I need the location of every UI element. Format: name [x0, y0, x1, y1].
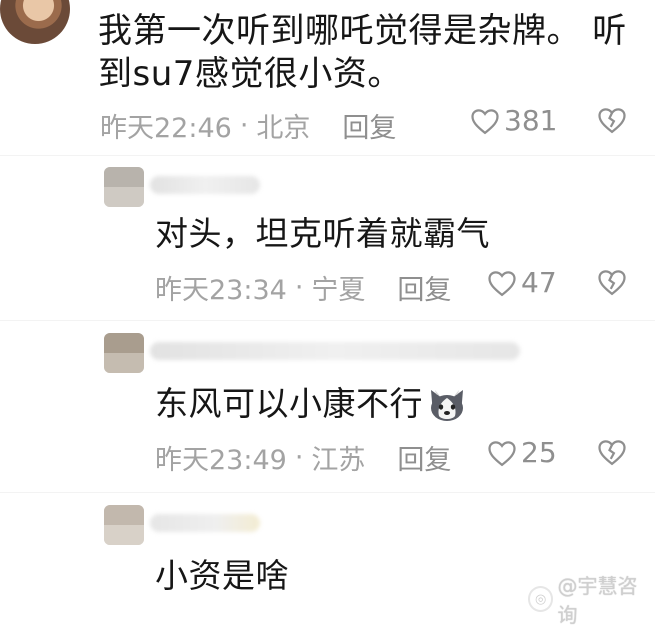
reply-location: 宁夏: [311, 275, 366, 306]
reply-meta: 昨天23:34 · 宁夏 回复: [155, 268, 451, 307]
avatar[interactable]: [0, 0, 70, 44]
avatar[interactable]: [104, 167, 144, 207]
broken-heart-icon: [598, 108, 626, 134]
husky-emoji-icon: [431, 390, 463, 421]
comment-time: 昨天22:46: [100, 113, 232, 144]
reply-button[interactable]: 回复: [397, 438, 451, 477]
blurred-username: [150, 176, 260, 194]
reply-text: 对头，坦克听着就霸气: [155, 214, 490, 253]
divider: [0, 492, 655, 493]
reply-button[interactable]: 回复: [397, 268, 451, 307]
like-count: 47: [521, 266, 557, 299]
avatar[interactable]: [104, 505, 144, 545]
like-button[interactable]: 25: [487, 436, 557, 469]
heart-outline-icon: [488, 270, 516, 296]
comment-text: 我第一次听到哪吒觉得是杂牌。 听到su7感觉很小资。: [98, 11, 627, 94]
watermark-text: @宇慧咨询: [557, 574, 638, 627]
blurred-username: [150, 514, 260, 532]
like-button[interactable]: 381: [470, 104, 557, 137]
dislike-button[interactable]: [597, 106, 627, 138]
watermark-logo-icon: ◎: [528, 586, 554, 612]
dislike-button[interactable]: [597, 438, 627, 470]
blurred-username: [150, 342, 520, 360]
like-count: 25: [521, 436, 557, 469]
dislike-button[interactable]: [597, 268, 627, 300]
broken-heart-icon: [598, 270, 626, 296]
reply-content: 东风可以小康不行: [155, 384, 467, 424]
avatar[interactable]: [104, 333, 144, 373]
reply-time: 昨天23:49: [155, 445, 287, 476]
reply-meta: 昨天23:49 · 江苏 回复: [155, 438, 451, 477]
reply-text: 小资是啥: [155, 556, 289, 595]
watermark: ◎ @宇慧咨询: [528, 570, 655, 628]
reply-time: 昨天23:34: [155, 275, 287, 306]
like-button[interactable]: 47: [487, 266, 557, 299]
heart-outline-icon: [471, 108, 499, 134]
meta-separator: ·: [294, 442, 304, 473]
like-count: 381: [504, 104, 558, 137]
reply-location: 江苏: [311, 445, 366, 476]
heart-outline-icon: [488, 440, 516, 466]
meta-separator: ·: [294, 272, 304, 303]
comment-location: 北京: [256, 113, 311, 144]
reply-text: 东风可以小康不行: [155, 384, 423, 423]
reply-button[interactable]: 回复: [342, 106, 396, 145]
divider: [0, 155, 655, 156]
comment-meta: 昨天22:46 · 北京 回复: [100, 106, 396, 145]
divider: [0, 320, 655, 321]
broken-heart-icon: [598, 440, 626, 466]
meta-separator: ·: [239, 110, 249, 141]
